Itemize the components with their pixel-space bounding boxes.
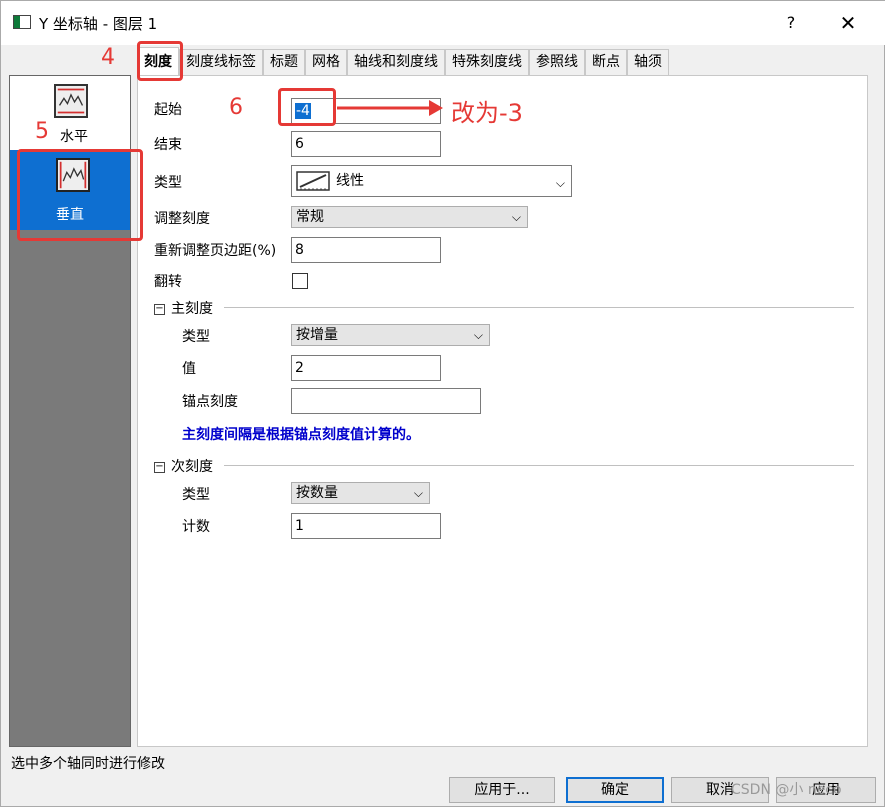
scale-type-value: 线性 (336, 173, 364, 189)
annotation-box-start (278, 88, 336, 126)
end-label: 结束 (154, 137, 182, 153)
apply-to-button[interactable]: 应用于... (449, 777, 555, 803)
tab-line-and-ticks[interactable]: 轴线和刻度线 (347, 49, 445, 75)
reverse-checkbox[interactable] (292, 273, 308, 289)
chevron-down-icon: ⌵ (413, 486, 423, 500)
window-app-icon (13, 15, 31, 29)
major-type-value: 按增量 (296, 327, 338, 343)
rescale-margin-label: 重新调整页边距(%) (154, 243, 277, 259)
annotation-step-4: 4 (101, 45, 115, 70)
major-ticks-section-label: 主刻度 (171, 301, 213, 317)
window-title: Y 坐标轴 - 图层 1 (39, 15, 158, 33)
minor-count-field[interactable]: 1 (291, 513, 441, 539)
reverse-label: 翻转 (154, 274, 182, 290)
major-ticks-info: 主刻度间隔是根据锚点刻度值计算的。 (182, 427, 420, 443)
ok-button[interactable]: 确定 (566, 777, 664, 803)
minor-ticks-section-label: 次刻度 (171, 459, 213, 475)
collapse-icon[interactable]: − (154, 303, 165, 315)
tab-strip: 刻度 刻度线标签 标题 网格 轴线和刻度线 特殊刻度线 参照线 断点 轴须 (137, 47, 669, 75)
major-value-label: 值 (182, 361, 196, 377)
minor-type-select[interactable]: 按数量 ⌵ (291, 482, 430, 504)
watermark: CSDN @小 neco (731, 782, 842, 798)
rescale-label: 调整刻度 (154, 211, 210, 227)
annotation-arrow-icon (337, 100, 443, 116)
end-field[interactable]: 6 (291, 131, 441, 157)
annotation-box-vertical (17, 149, 143, 241)
scale-tab-panel: 起始 -4 结束 6 类型 线性 ⌵ 调整刻度 常规 ⌵ 重新调整页边距(%) … (137, 75, 868, 747)
chevron-down-icon: ⌵ (555, 176, 565, 190)
major-type-select[interactable]: 按增量 ⌵ (291, 324, 490, 346)
axis-item-horizontal[interactable]: 水平 (10, 76, 130, 150)
anchor-tick-label: 锚点刻度 (182, 394, 238, 410)
minor-type-label: 类型 (182, 487, 210, 503)
major-type-label: 类型 (182, 329, 210, 345)
tab-reference-lines[interactable]: 参照线 (529, 49, 585, 75)
minor-count-label: 计数 (182, 519, 210, 535)
title-bar: Y 坐标轴 - 图层 1 ? ✕ (1, 1, 885, 45)
tab-breaks[interactable]: 断点 (585, 49, 627, 75)
scale-type-label: 类型 (154, 175, 182, 191)
major-value-field[interactable]: 2 (291, 355, 441, 381)
anchor-tick-field[interactable] (291, 388, 481, 414)
major-ticks-section[interactable]: − 主刻度 (154, 298, 213, 318)
rescale-value: 常规 (296, 209, 324, 225)
scale-type-select[interactable]: 线性 ⌵ (291, 165, 572, 197)
rescale-margin-field[interactable]: 8 (291, 237, 441, 263)
start-label: 起始 (154, 102, 182, 118)
close-button[interactable]: ✕ (837, 11, 859, 35)
collapse-icon[interactable]: − (154, 461, 165, 473)
chevron-down-icon: ⌵ (473, 328, 483, 342)
annotation-note: 改为-3 (451, 99, 523, 127)
rescale-select[interactable]: 常规 ⌵ (291, 206, 528, 228)
minor-type-value: 按数量 (296, 485, 338, 501)
section-divider (224, 307, 854, 308)
dialog-window: Y 坐标轴 - 图层 1 ? ✕ 刻度 刻度线标签 标题 网格 轴线和刻度线 特… (0, 0, 885, 807)
annotation-step-5: 5 (35, 119, 49, 144)
horizontal-axis-icon (54, 84, 88, 118)
axis-item-horizontal-label: 水平 (60, 129, 88, 145)
annotation-box-tab (137, 41, 183, 81)
help-button[interactable]: ? (781, 13, 801, 32)
minor-ticks-section[interactable]: − 次刻度 (154, 456, 213, 476)
tab-tick-labels[interactable]: 刻度线标签 (179, 49, 263, 75)
chevron-down-icon: ⌵ (511, 210, 521, 224)
tab-special-ticks[interactable]: 特殊刻度线 (445, 49, 529, 75)
section-divider (224, 465, 854, 466)
tab-grids[interactable]: 网格 (305, 49, 347, 75)
linear-scale-icon (296, 171, 330, 191)
tab-rug[interactable]: 轴须 (627, 49, 669, 75)
tab-title[interactable]: 标题 (263, 49, 305, 75)
status-text: 选中多个轴同时进行修改 (11, 756, 165, 772)
annotation-step-6: 6 (229, 95, 243, 120)
